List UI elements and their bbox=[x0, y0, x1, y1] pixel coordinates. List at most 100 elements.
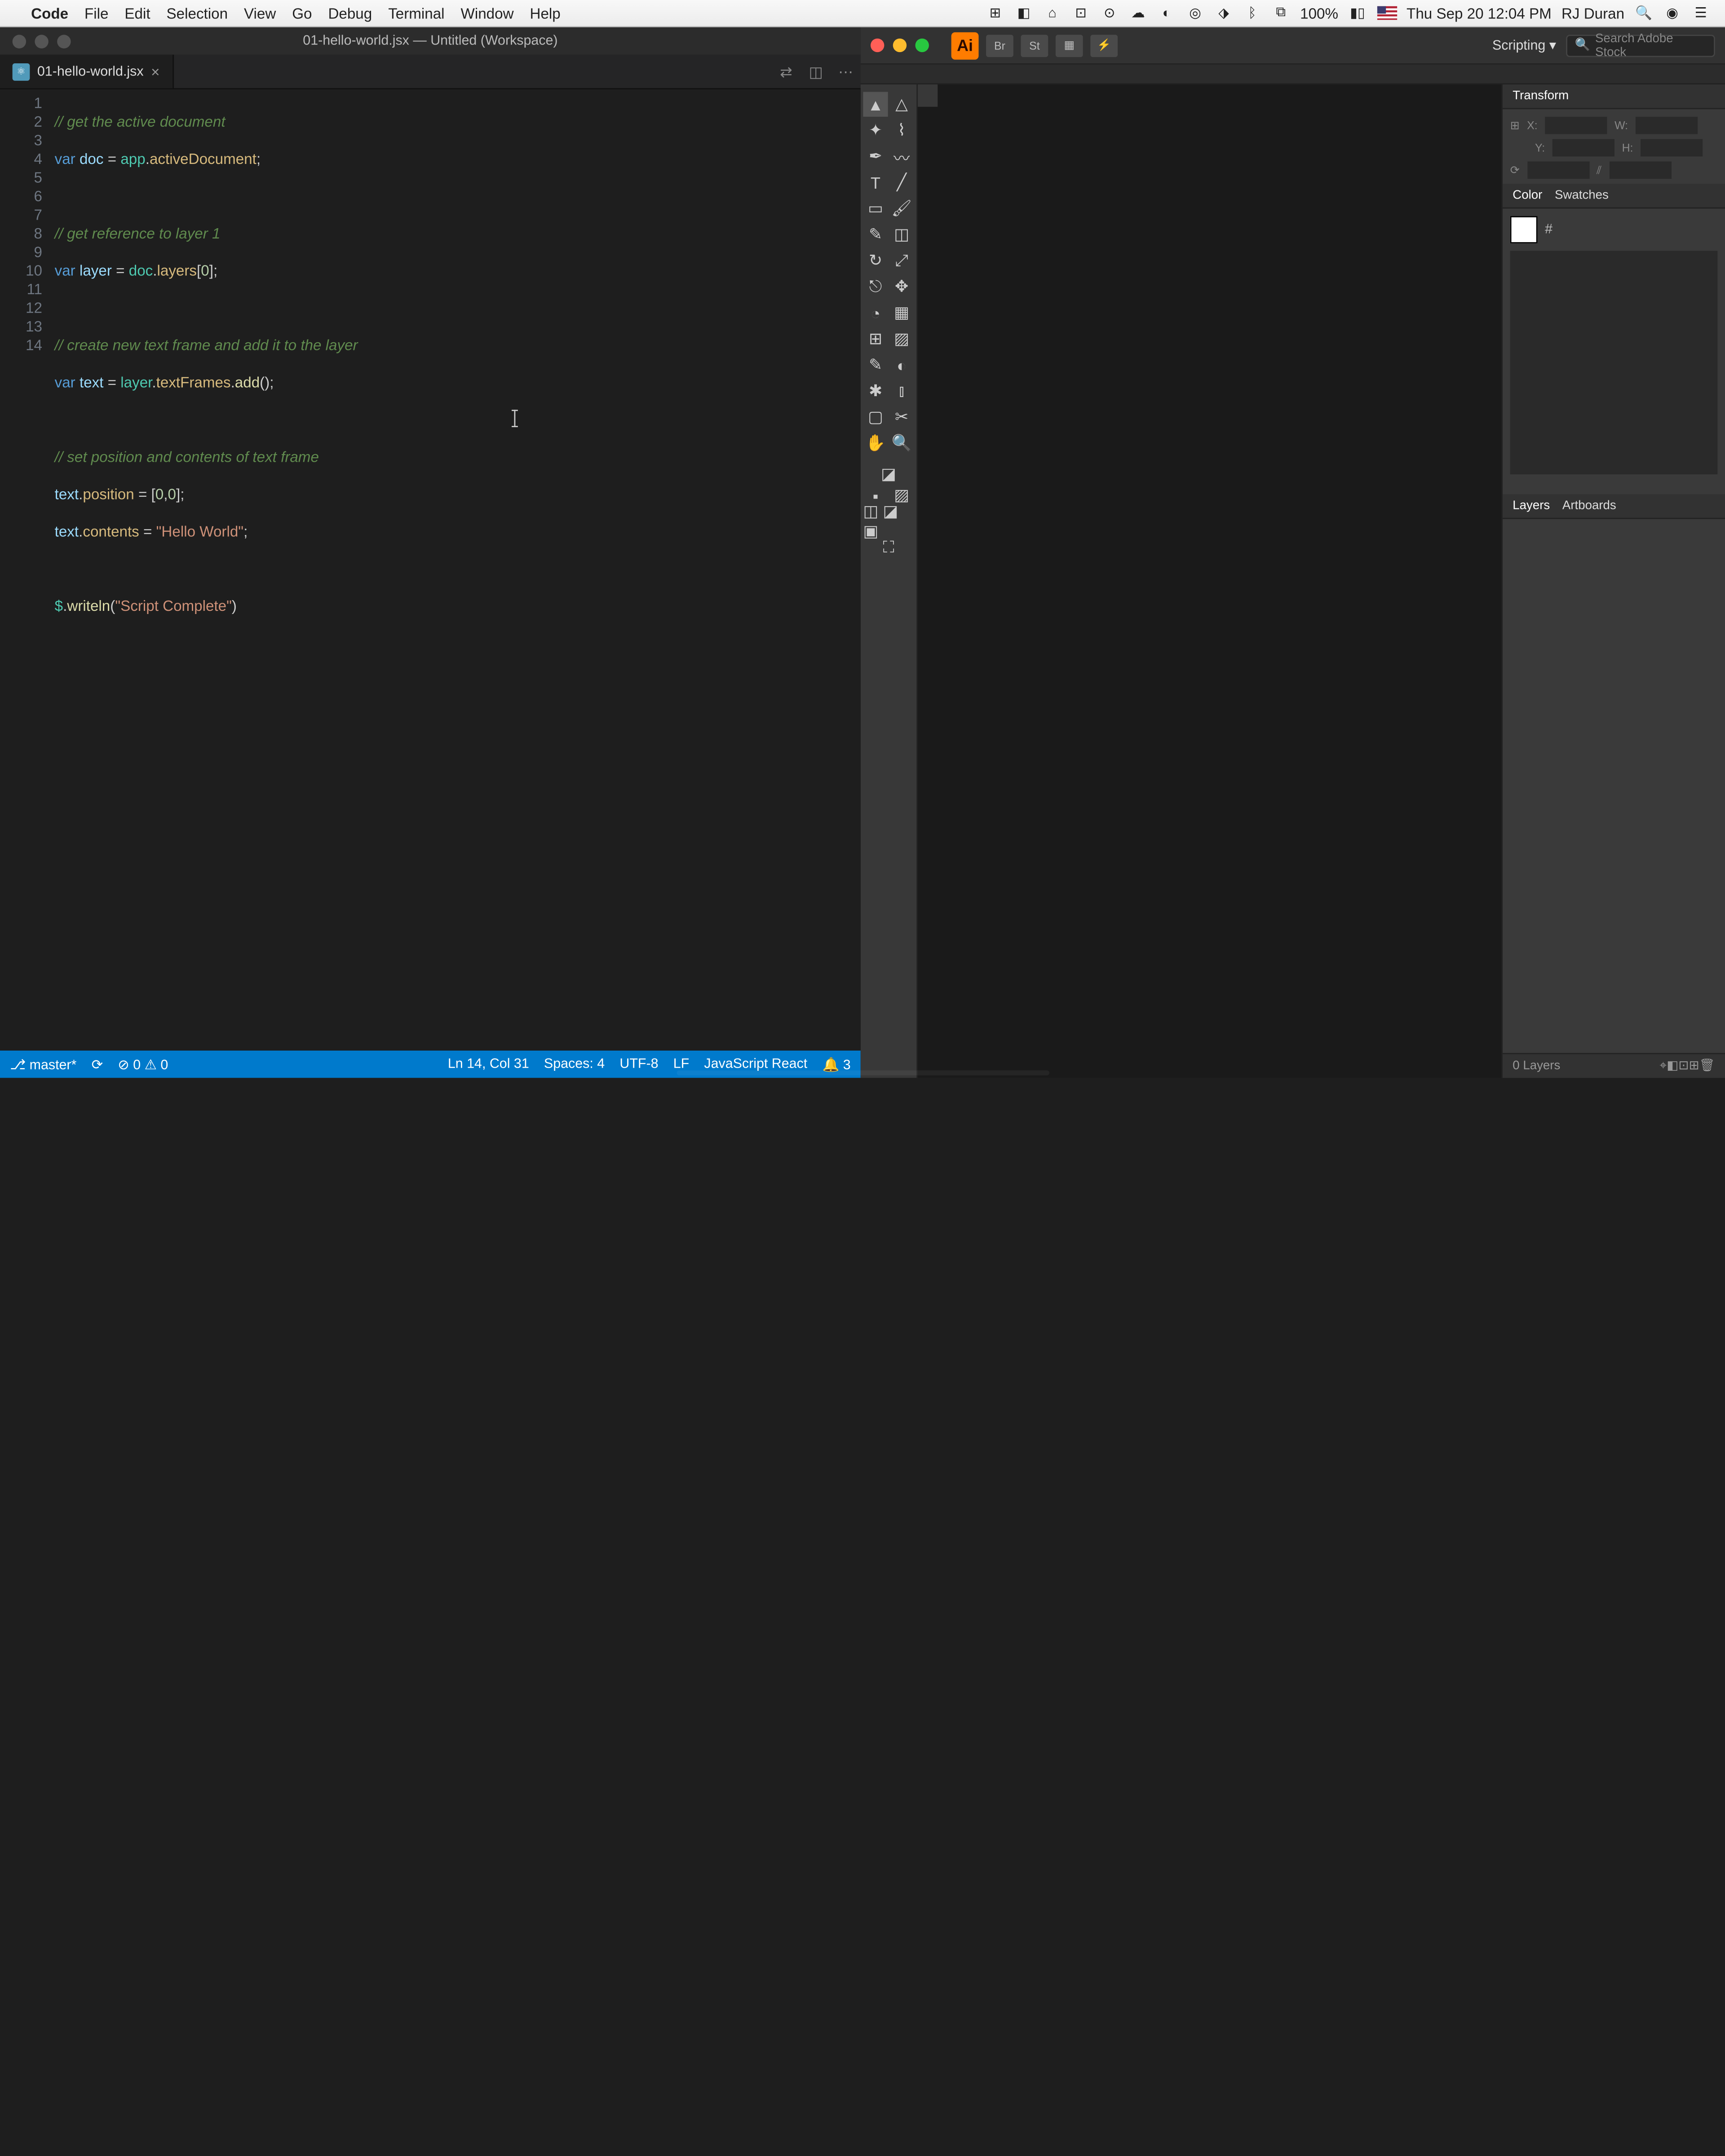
eyedropper-tool-icon[interactable]: ✎ bbox=[863, 353, 888, 377]
battery-percent[interactable]: 100% bbox=[1300, 4, 1338, 22]
rotate-field[interactable] bbox=[1527, 161, 1589, 179]
wifi-icon[interactable]: ⧉ bbox=[1272, 4, 1290, 22]
code-editor[interactable]: 1234567891011121314 // get the active do… bbox=[0, 89, 861, 1051]
lasso-tool-icon[interactable]: ⌇ bbox=[889, 118, 914, 143]
menu-terminal[interactable]: Terminal bbox=[388, 4, 444, 22]
notification-center-icon[interactable]: ☰ bbox=[1691, 4, 1710, 22]
tray-icon[interactable]: ⊡ bbox=[1071, 4, 1090, 22]
code-content[interactable]: // get the active document var doc = app… bbox=[55, 89, 861, 1051]
tray-icon[interactable]: ⌂ bbox=[1043, 4, 1062, 22]
minimize-window-button[interactable] bbox=[35, 34, 48, 48]
illustrator-canvas[interactable] bbox=[918, 84, 1501, 1078]
split-editor-icon[interactable]: ◫ bbox=[801, 63, 831, 80]
artboard-tool-icon[interactable]: ▢ bbox=[863, 405, 888, 429]
tray-icon[interactable]: ☁ bbox=[1129, 4, 1147, 22]
menu-help[interactable]: Help bbox=[530, 4, 560, 22]
bluetooth-icon[interactable]: ᛒ bbox=[1243, 4, 1261, 22]
language-mode[interactable]: JavaScript React bbox=[704, 1057, 807, 1072]
layers-panel[interactable] bbox=[1503, 519, 1725, 1053]
more-actions-icon[interactable]: ⋯ bbox=[831, 63, 861, 80]
swatches-panel-tab[interactable]: Swatches bbox=[1555, 189, 1609, 202]
paintbrush-tool-icon[interactable]: 🖌 bbox=[889, 196, 914, 221]
transform-y-field[interactable] bbox=[1552, 139, 1614, 157]
stock-button[interactable]: St bbox=[1021, 34, 1048, 57]
rotate-tool-icon[interactable]: ↻ bbox=[863, 248, 888, 273]
magic-wand-tool-icon[interactable]: ✦ bbox=[863, 118, 888, 143]
fill-swatch-icon[interactable] bbox=[1510, 216, 1538, 243]
menu-edit[interactable]: Edit bbox=[124, 4, 150, 22]
blend-tool-icon[interactable]: ◐ bbox=[889, 353, 914, 377]
menu-selection[interactable]: Selection bbox=[167, 4, 228, 22]
notifications-bell[interactable]: 🔔 3 bbox=[822, 1056, 850, 1072]
close-tab-icon[interactable]: × bbox=[151, 63, 159, 80]
spotlight-icon[interactable]: 🔍 bbox=[1634, 4, 1653, 22]
transform-x-field[interactable] bbox=[1545, 117, 1607, 134]
workspace-switcher[interactable]: Scripting ▾ bbox=[1492, 37, 1556, 53]
mesh-tool-icon[interactable]: ⊞ bbox=[863, 327, 888, 351]
shape-builder-tool-icon[interactable]: ◔ bbox=[863, 300, 888, 325]
zoom-window-button[interactable] bbox=[57, 34, 71, 48]
tray-icon[interactable]: ⊞ bbox=[986, 4, 1004, 22]
transform-w-field[interactable] bbox=[1636, 117, 1698, 134]
eraser-tool-icon[interactable]: ◫ bbox=[889, 222, 914, 247]
direct-selection-tool-icon[interactable]: △ bbox=[889, 92, 914, 117]
document-tab[interactable] bbox=[918, 84, 938, 107]
new-sublayer-icon[interactable]: ⊡ bbox=[1678, 1059, 1689, 1073]
color-panel-tab[interactable]: Color bbox=[1513, 189, 1542, 202]
shaper-tool-icon[interactable]: ✎ bbox=[863, 222, 888, 247]
close-window-button[interactable] bbox=[13, 34, 26, 48]
tray-icon[interactable]: ⊙ bbox=[1100, 4, 1119, 22]
flag-icon[interactable] bbox=[1377, 6, 1397, 20]
bridge-button[interactable]: Br bbox=[986, 34, 1013, 57]
hand-tool-icon[interactable]: ✋ bbox=[863, 431, 888, 455]
transform-h-field[interactable] bbox=[1641, 139, 1703, 157]
adobe-stock-search[interactable]: 🔍 Search Adobe Stock bbox=[1566, 34, 1715, 57]
siri-icon[interactable]: ◉ bbox=[1663, 4, 1681, 22]
line-tool-icon[interactable]: ╱ bbox=[889, 170, 914, 195]
menu-file[interactable]: File bbox=[84, 4, 108, 22]
symbol-sprayer-tool-icon[interactable]: ✱ bbox=[863, 379, 888, 403]
clock[interactable]: Thu Sep 20 12:04 PM bbox=[1407, 4, 1552, 22]
source-control-branch[interactable]: ⎇ master* bbox=[10, 1056, 76, 1072]
user-name[interactable]: RJ Duran bbox=[1561, 4, 1624, 22]
gpu-icon[interactable]: ⚡ bbox=[1090, 34, 1118, 57]
gradient-tool-icon[interactable]: ▨ bbox=[889, 327, 914, 351]
tray-icon[interactable]: ◧ bbox=[1014, 4, 1033, 22]
menu-view[interactable]: View bbox=[244, 4, 276, 22]
graph-tool-icon[interactable]: ⫾ bbox=[889, 379, 914, 403]
close-window-button[interactable] bbox=[871, 39, 884, 52]
menu-window[interactable]: Window bbox=[461, 4, 514, 22]
zoom-tool-icon[interactable]: 🔍 bbox=[889, 431, 914, 455]
macos-dock[interactable] bbox=[676, 1070, 1048, 1075]
menu-go[interactable]: Go bbox=[292, 4, 312, 22]
rectangle-tool-icon[interactable]: ▭ bbox=[863, 196, 888, 221]
reference-point-icon[interactable]: ⊞ bbox=[1510, 119, 1520, 132]
locate-object-icon[interactable]: ⌖ bbox=[1660, 1059, 1667, 1073]
color-spectrum[interactable] bbox=[1510, 251, 1718, 474]
indentation[interactable]: Spaces: 4 bbox=[544, 1057, 605, 1072]
pen-tool-icon[interactable]: ✒ bbox=[863, 144, 888, 169]
minimize-window-button[interactable] bbox=[893, 39, 907, 52]
screen-mode-icon[interactable]: ⛶ bbox=[863, 535, 914, 560]
width-tool-icon[interactable]: ⎋ bbox=[863, 274, 888, 299]
free-transform-tool-icon[interactable]: ✥ bbox=[889, 274, 914, 299]
menu-debug[interactable]: Debug bbox=[328, 4, 372, 22]
delete-layer-icon[interactable]: 🗑 bbox=[1699, 1059, 1715, 1073]
transform-panel-tab[interactable]: Transform bbox=[1503, 84, 1725, 109]
eol[interactable]: LF bbox=[673, 1057, 690, 1072]
encoding[interactable]: UTF-8 bbox=[619, 1057, 658, 1072]
curvature-tool-icon[interactable]: 〰 bbox=[889, 144, 914, 169]
app-name[interactable]: Code bbox=[31, 4, 68, 22]
compare-changes-icon[interactable]: ⇄ bbox=[771, 63, 801, 80]
sync-icon[interactable]: ⟳ bbox=[92, 1056, 103, 1072]
tray-icon[interactable]: ◐ bbox=[1157, 4, 1176, 22]
make-clipping-mask-icon[interactable]: ◧ bbox=[1667, 1059, 1678, 1073]
new-layer-icon[interactable]: ⊞ bbox=[1689, 1059, 1699, 1073]
artboards-panel-tab[interactable]: Artboards bbox=[1562, 499, 1616, 512]
scale-tool-icon[interactable]: ⤢ bbox=[889, 248, 914, 273]
draw-mode-icon[interactable]: ◫ ◪ ▣ bbox=[863, 509, 914, 534]
tray-icon[interactable]: ⬗ bbox=[1214, 4, 1233, 22]
selection-tool-icon[interactable]: ▲ bbox=[863, 92, 888, 117]
slice-tool-icon[interactable]: ✂ bbox=[889, 405, 914, 429]
problems-errors[interactable]: ⊘ 0 ⚠ 0 bbox=[118, 1056, 168, 1072]
